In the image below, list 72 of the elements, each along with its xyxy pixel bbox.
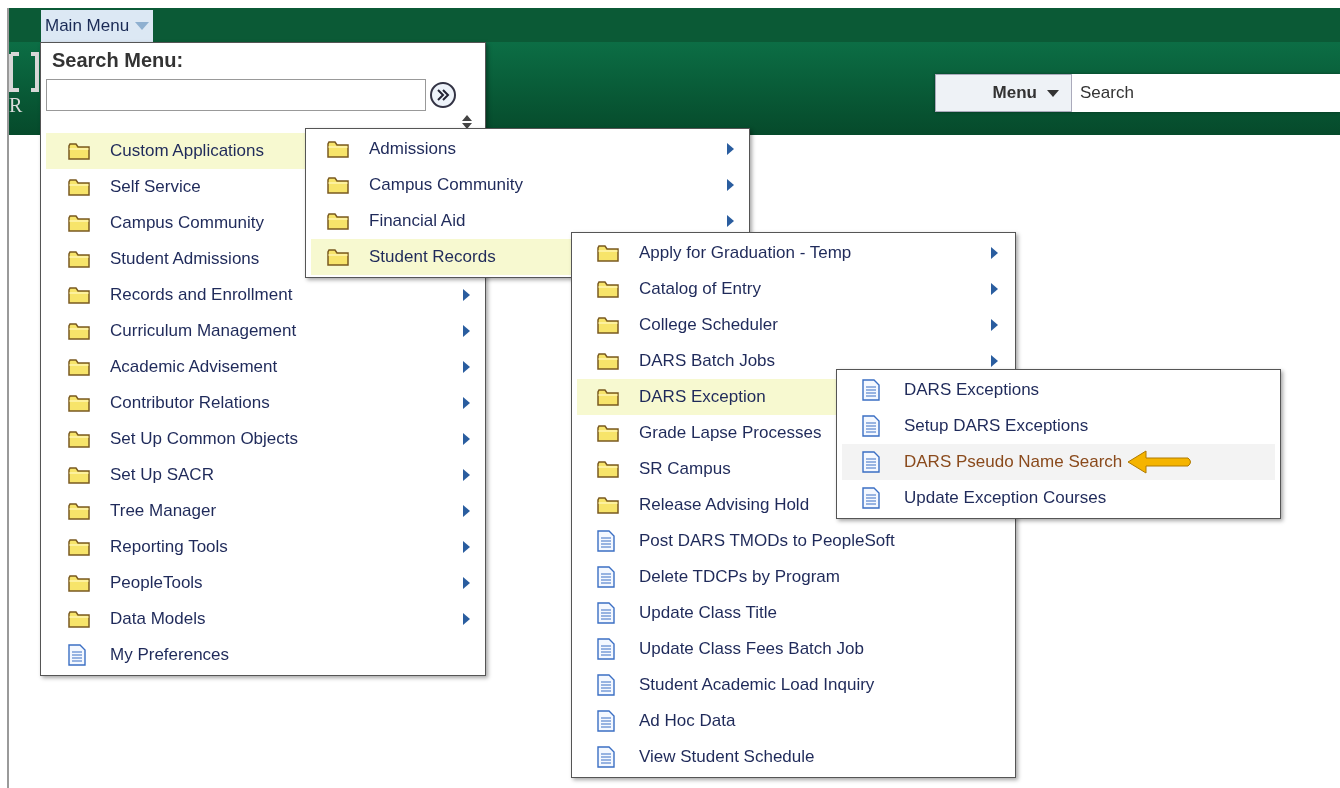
- document-icon: [597, 674, 615, 696]
- menu-item[interactable]: Data Models: [46, 601, 480, 637]
- document-icon: [597, 530, 615, 552]
- document-icon: [862, 487, 880, 509]
- menu-item[interactable]: View Student Schedule: [577, 739, 1010, 775]
- folder-icon: [68, 394, 90, 412]
- folder-icon: [597, 496, 619, 514]
- menu-dropdown-button[interactable]: Menu: [935, 74, 1072, 112]
- main-menu-button[interactable]: Main Menu: [41, 10, 154, 42]
- folder-icon: [68, 502, 90, 520]
- folder-icon: [597, 316, 619, 334]
- folder-icon: [327, 248, 349, 266]
- menu-item[interactable]: PeopleTools: [46, 565, 480, 601]
- document-icon: [597, 746, 615, 768]
- folder-icon: [68, 322, 90, 340]
- folder-icon: [327, 212, 349, 230]
- search-field[interactable]: [46, 79, 426, 111]
- document-icon: [597, 566, 615, 588]
- search-menu-label: Search Menu:: [52, 49, 185, 71]
- menu-item[interactable]: Campus Community: [311, 167, 744, 203]
- go-button[interactable]: [430, 82, 456, 108]
- double-chevron-icon: [436, 89, 450, 101]
- menu-item[interactable]: College Scheduler: [577, 307, 1010, 343]
- menu-item[interactable]: Reporting Tools: [46, 529, 480, 565]
- folder-icon: [68, 142, 90, 160]
- folder-icon: [597, 424, 619, 442]
- folder-icon: [68, 214, 90, 232]
- folder-icon: [597, 280, 619, 298]
- folder-icon: [327, 176, 349, 194]
- folder-icon: [68, 610, 90, 628]
- document-icon: [862, 451, 880, 473]
- folder-icon: [597, 244, 619, 262]
- folder-icon: [68, 178, 90, 196]
- caret-icon: [135, 22, 150, 30]
- document-icon: [597, 710, 615, 732]
- logo-drawing: [9, 52, 39, 92]
- document-icon: [597, 638, 615, 660]
- folder-icon: [597, 388, 619, 406]
- menu-item[interactable]: Ad Hoc Data: [577, 703, 1010, 739]
- menu-item[interactable]: Records and Enrollment: [46, 277, 480, 313]
- menu-item[interactable]: Contributor Relations: [46, 385, 480, 421]
- document-icon: [862, 415, 880, 437]
- folder-icon: [597, 460, 619, 478]
- logo-text: R: [9, 94, 24, 116]
- folder-icon: [68, 430, 90, 448]
- document-icon: [68, 644, 86, 666]
- menu-item[interactable]: My Preferences: [46, 637, 480, 673]
- folder-icon: [597, 352, 619, 370]
- folder-icon: [327, 140, 349, 158]
- sort-icon[interactable]: [462, 115, 472, 129]
- menu-item[interactable]: Set Up SACR: [46, 457, 480, 493]
- menu-item[interactable]: Set Up Common Objects: [46, 421, 480, 457]
- folder-icon: [68, 538, 90, 556]
- menu-item[interactable]: Delete TDCPs by Program: [577, 559, 1010, 595]
- menu-item[interactable]: Update Exception Courses: [842, 480, 1275, 516]
- menu-item[interactable]: Academic Advisement: [46, 349, 480, 385]
- menu-item[interactable]: Post DARS TMODs to PeopleSoft: [577, 523, 1010, 559]
- document-icon: [597, 602, 615, 624]
- folder-icon: [68, 574, 90, 592]
- menu-item[interactable]: Update Class Fees Batch Job: [577, 631, 1010, 667]
- folder-icon: [68, 466, 90, 484]
- caret-icon: [1047, 89, 1059, 97]
- folder-icon: [68, 358, 90, 376]
- menu-item[interactable]: Tree Manager: [46, 493, 480, 529]
- menu-item[interactable]: Student Academic Load Inquiry: [577, 667, 1010, 703]
- menu-item[interactable]: Update Class Title: [577, 595, 1010, 631]
- folder-icon: [68, 286, 90, 304]
- document-icon: [862, 379, 880, 401]
- folder-icon: [68, 250, 90, 268]
- search-field[interactable]: Search: [1072, 74, 1340, 112]
- menu-item[interactable]: Curriculum Management: [46, 313, 480, 349]
- menu-item[interactable]: DARS Pseudo Name Search: [842, 444, 1275, 480]
